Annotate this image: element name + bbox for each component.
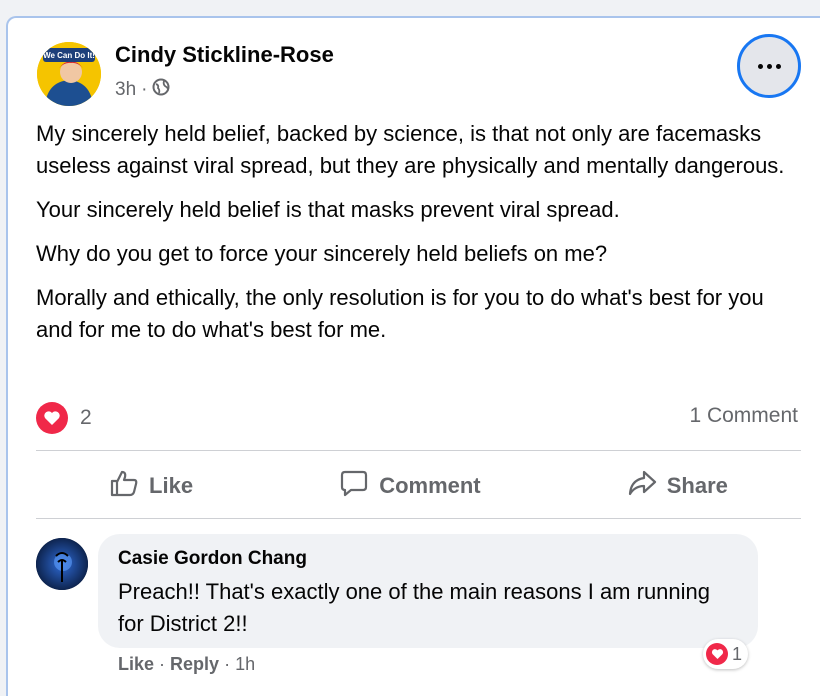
love-reaction-icon <box>706 643 728 665</box>
commenter-avatar[interactable] <box>36 538 88 590</box>
post-actions: Like Comment Share <box>36 454 801 518</box>
meta-separator: · <box>141 79 148 100</box>
post-paragraph: Why do you get to force your sincerely h… <box>36 241 608 266</box>
comment-reply-link[interactable]: Reply <box>170 654 219 675</box>
comment-bubble: Casie Gordon Chang Preach!! That's exact… <box>98 534 758 648</box>
separator: · <box>159 654 166 674</box>
post-paragraph: Morally and ethically, the only resoluti… <box>36 285 764 342</box>
divider <box>36 518 801 519</box>
post-timestamp[interactable]: 3h <box>115 79 136 101</box>
share-label: Share <box>666 473 728 498</box>
comment-button[interactable]: Comment <box>339 468 481 504</box>
comment-text: Preach!! That's exactly one of the main … <box>118 579 711 636</box>
like-button[interactable]: Like <box>109 468 193 504</box>
ellipsis-icon <box>757 63 781 69</box>
author-avatar[interactable]: We Can Do It! <box>37 42 101 106</box>
post-meta: 3h · <box>115 78 170 102</box>
post-author-name[interactable]: Cindy Stickline-Rose <box>115 42 334 68</box>
comment-timestamp[interactable]: 1h <box>235 654 255 675</box>
separator: · <box>224 654 231 674</box>
comment-like-link[interactable]: Like <box>118 654 154 675</box>
post-paragraph: Your sincerely held belief is that masks… <box>36 197 620 222</box>
love-reaction-icon <box>36 402 68 434</box>
comment-actions: Like · Reply · 1h <box>118 654 255 675</box>
comment-label: Comment <box>379 473 481 498</box>
more-options-button[interactable] <box>737 34 801 98</box>
post-text: My sincerely held belief, backed by scie… <box>36 118 796 358</box>
globe-icon[interactable] <box>152 78 170 102</box>
share-button[interactable]: Share <box>627 468 728 504</box>
reaction-summary[interactable]: 2 <box>36 402 92 434</box>
comment-reaction-count: 1 <box>732 643 743 664</box>
like-label: Like <box>149 473 194 498</box>
avatar-badge-text: We Can Do It! <box>43 51 95 60</box>
divider <box>36 450 801 451</box>
reaction-count: 2 <box>80 406 92 429</box>
comment-reaction-summary[interactable]: 1 <box>703 639 749 669</box>
post-card: We Can Do It! Cindy Stickline-Rose 3h · … <box>6 16 820 696</box>
comment-count-link[interactable]: 1 Comment <box>689 404 798 428</box>
commenter-name[interactable]: Casie Gordon Chang <box>118 548 738 570</box>
comment-bubble-icon <box>339 468 369 504</box>
share-arrow-icon <box>627 468 657 504</box>
post-paragraph: My sincerely held belief, backed by scie… <box>36 121 785 178</box>
thumbs-up-icon <box>109 468 139 504</box>
